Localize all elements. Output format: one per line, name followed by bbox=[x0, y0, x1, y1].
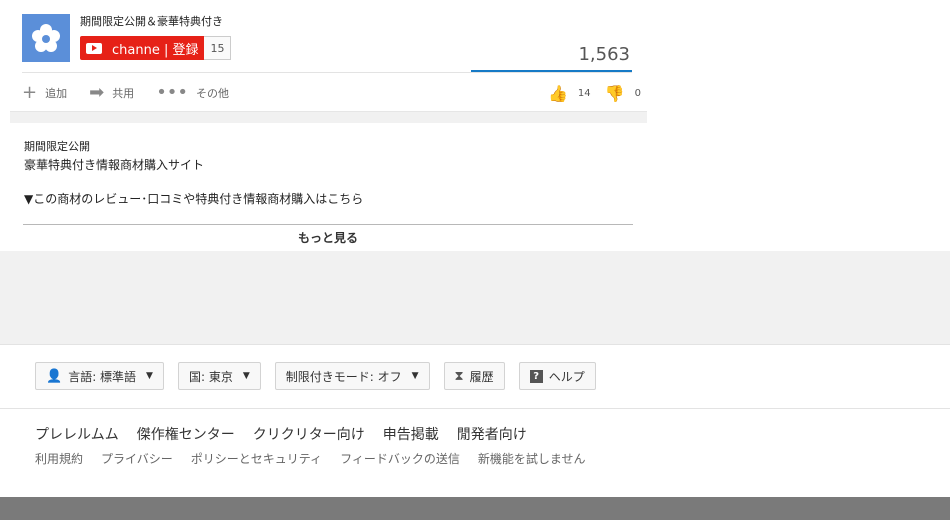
language-label: 言語: 標準語 bbox=[68, 369, 137, 384]
subscribe-label: channe | 登録 bbox=[112, 42, 199, 58]
divider bbox=[22, 72, 632, 73]
footer-link[interactable]: ポリシーとセキュリティ bbox=[191, 450, 322, 467]
footer-link[interactable]: 閒発者向け bbox=[457, 424, 527, 444]
country-button[interactable]: 国: 東京 ▼ bbox=[177, 362, 261, 390]
restricted-mode-button[interactable]: 制限付きモード: オフ ▼ bbox=[274, 362, 430, 390]
footer-link[interactable]: フィードバックの送信 bbox=[340, 450, 460, 467]
footer-secondary-links: 利用規約 プライバシー ポリシーとセキュリティ フィードバックの送信 新機能を試… bbox=[35, 450, 603, 467]
video-description: 期間限定公開 豪華特典付き情報商材購入サイト ▼この商材のレビュー･口コミや特典… bbox=[24, 138, 363, 208]
language-icon: 👤 bbox=[46, 368, 63, 384]
like-count: 14 bbox=[577, 88, 591, 99]
hourglass-icon: ⧗ bbox=[454, 368, 464, 384]
footer-link[interactable]: 新機能を試しません bbox=[478, 450, 586, 467]
footer-link[interactable]: プレレルムム bbox=[35, 424, 119, 444]
gray-band bbox=[0, 251, 950, 345]
show-more-button[interactable]: もっと見る bbox=[23, 229, 633, 246]
share-label: 共用 bbox=[112, 87, 135, 100]
history-button[interactable]: ⧗ 履歴 bbox=[443, 362, 505, 390]
country-label: 国: 東京 bbox=[188, 369, 233, 384]
thumbs-down-icon[interactable]: 👎 bbox=[605, 84, 625, 103]
more-label: その他 bbox=[196, 87, 230, 100]
channel-name[interactable]: 期間限定公開＆豪華特典付き bbox=[80, 13, 223, 29]
action-row: + 追加 ➡ 共用 ••• その他 bbox=[22, 84, 251, 102]
add-label: 追加 bbox=[45, 87, 68, 100]
divider bbox=[0, 408, 950, 409]
footer-link[interactable]: クリクリター向け bbox=[253, 424, 365, 444]
subscribe-button[interactable]: channe | 登録 bbox=[80, 36, 205, 60]
bottom-bar bbox=[0, 497, 950, 520]
thumbs-up-icon[interactable]: 👍 bbox=[548, 84, 568, 103]
footer-link[interactable]: 申告掲載 bbox=[383, 424, 439, 444]
help-label: ヘルプ bbox=[548, 369, 585, 384]
view-count: 1,563 bbox=[578, 44, 630, 65]
flower-icon bbox=[32, 24, 60, 52]
plus-icon: + bbox=[22, 82, 38, 103]
divider bbox=[23, 224, 633, 225]
footer-link[interactable]: プライバシー bbox=[101, 450, 173, 467]
channel-avatar[interactable] bbox=[22, 14, 70, 62]
language-button[interactable]: 👤 言語: 標準語 ▼ bbox=[35, 362, 164, 390]
add-button[interactable]: + 追加 bbox=[22, 84, 67, 102]
subscribe-group: channe | 登録 15 bbox=[80, 36, 232, 60]
section-separator bbox=[10, 111, 647, 123]
share-arrow-icon: ➡ bbox=[89, 82, 105, 103]
dislike-count: 0 bbox=[634, 88, 641, 99]
footer-primary-links: プレレルムム 傑作権センター クリクリター向け 申告掲載 閒発者向け bbox=[35, 424, 545, 444]
description-line: 期間限定公開 bbox=[24, 140, 90, 153]
caret-down-icon: ▼ bbox=[242, 371, 250, 381]
ellipsis-icon: ••• bbox=[156, 82, 189, 103]
caret-down-icon: ▼ bbox=[146, 371, 153, 381]
like-dislike: 👍 14 👎 0 bbox=[548, 84, 641, 103]
description-line: ▼この商材のレビュー･口コミや特典付き情報商材購入はこちら bbox=[24, 192, 364, 206]
restricted-mode-label: 制限付きモード: オフ bbox=[285, 369, 402, 384]
caret-down-icon: ▼ bbox=[411, 371, 419, 381]
footer-link[interactable]: 傑作権センター bbox=[137, 424, 235, 444]
share-button[interactable]: ➡ 共用 bbox=[89, 84, 134, 102]
more-button[interactable]: ••• その他 bbox=[156, 84, 229, 102]
help-button[interactable]: ? ヘルプ bbox=[518, 362, 596, 390]
description-line: 豪華特典付き情報商材購入サイト bbox=[24, 158, 205, 172]
history-label: 履歴 bbox=[469, 369, 494, 384]
subscriber-count: 15 bbox=[204, 36, 232, 60]
help-icon: ? bbox=[529, 369, 543, 383]
footer-buttons: 👤 言語: 標準語 ▼ 国: 東京 ▼ 制限付きモード: オフ ▼ ⧗ 履歴 ?… bbox=[35, 362, 610, 390]
youtube-play-icon bbox=[86, 42, 102, 54]
footer-link[interactable]: 利用規約 bbox=[35, 450, 83, 467]
